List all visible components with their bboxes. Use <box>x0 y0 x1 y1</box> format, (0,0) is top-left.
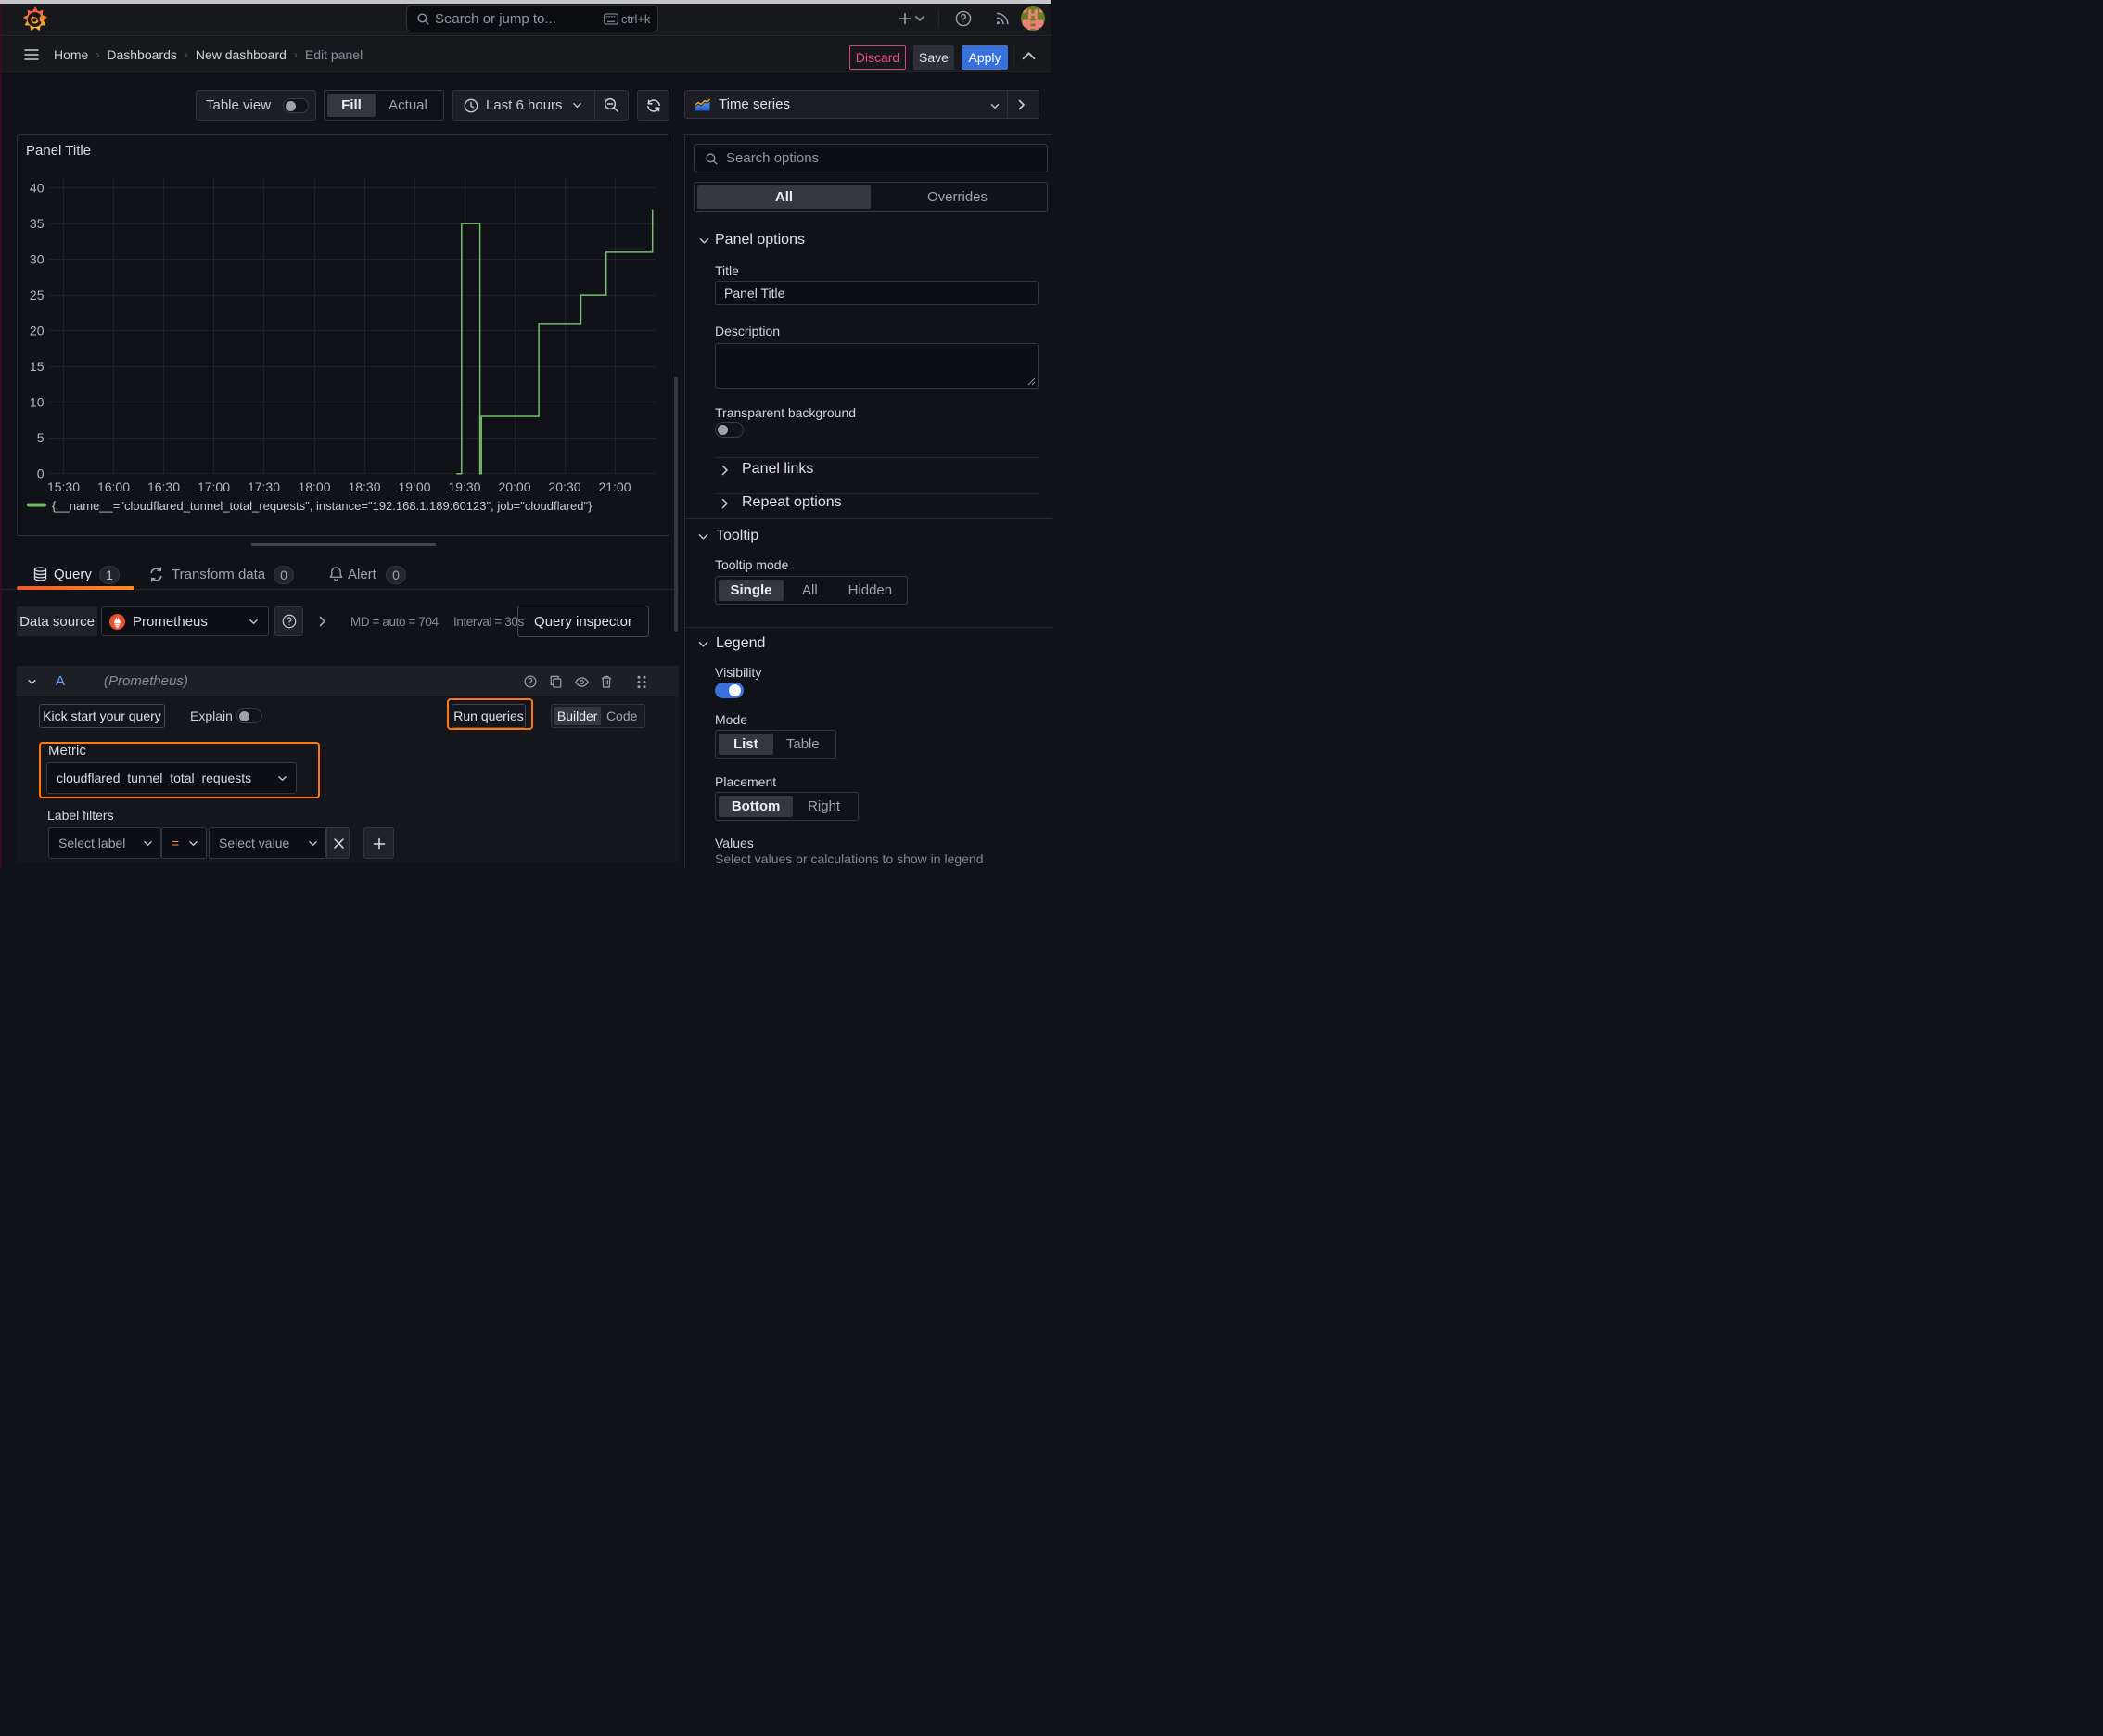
svg-text:20:00: 20:00 <box>498 479 530 494</box>
svg-text:35: 35 <box>30 216 45 231</box>
svg-text:20:30: 20:30 <box>548 479 580 494</box>
svg-text:40: 40 <box>30 180 45 195</box>
svg-text:15:30: 15:30 <box>47 479 80 494</box>
svg-text:18:00: 18:00 <box>298 479 330 494</box>
svg-text:19:00: 19:00 <box>398 479 430 494</box>
svg-text:5: 5 <box>37 430 45 445</box>
svg-text:19:30: 19:30 <box>448 479 480 494</box>
svg-text:17:00: 17:00 <box>198 479 230 494</box>
svg-text:0: 0 <box>37 466 45 481</box>
svg-text:30: 30 <box>30 252 45 267</box>
svg-text:17:30: 17:30 <box>248 479 280 494</box>
svg-text:15: 15 <box>30 359 45 374</box>
svg-text:18:30: 18:30 <box>348 479 380 494</box>
svg-text:21:00: 21:00 <box>598 479 631 494</box>
svg-text:16:00: 16:00 <box>97 479 130 494</box>
svg-text:10: 10 <box>30 395 45 410</box>
svg-text:20: 20 <box>30 324 45 338</box>
svg-text:{__name__="cloudflared_tunnel_: {__name__="cloudflared_tunnel_total_requ… <box>52 499 593 513</box>
svg-text:25: 25 <box>30 287 45 302</box>
svg-text:16:30: 16:30 <box>147 479 180 494</box>
